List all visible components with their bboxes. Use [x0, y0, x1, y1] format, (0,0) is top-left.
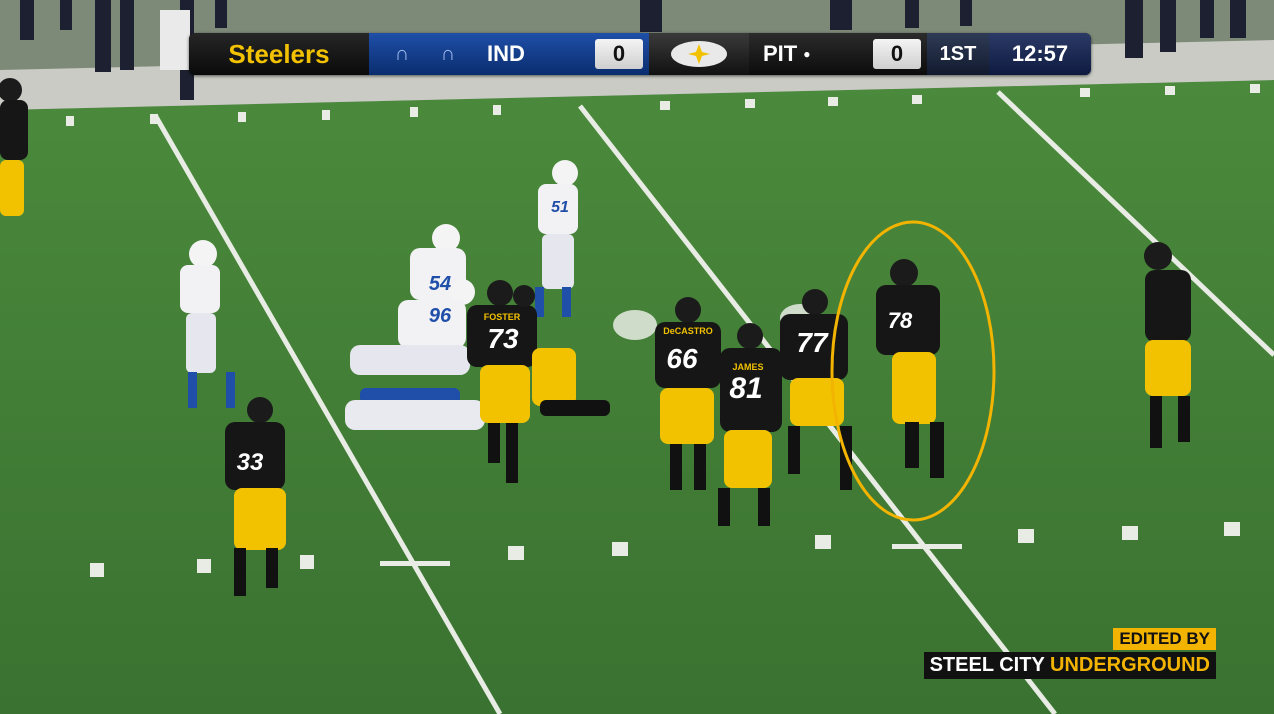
- watermark-underground: UNDERGROUND: [1050, 654, 1210, 676]
- jersey-number-54: 54: [429, 273, 451, 295]
- watermark-line2: STEEL CITY UNDERGROUND: [923, 652, 1216, 679]
- football-field-scene: 73 FOSTER 66 DeCASTRO 81 JAMES 77 78 33 …: [0, 0, 1274, 714]
- jersey-name-james: JAMES: [732, 362, 763, 372]
- home-team-panel: PIT ● 0: [749, 33, 927, 75]
- steelers-logo-icon: [649, 33, 749, 75]
- jersey-number-33: 33: [237, 449, 264, 476]
- jersey-name-decastro: DeCASTRO: [663, 326, 713, 336]
- jersey-number-66: 66: [666, 343, 698, 374]
- jersey-number-96: 96: [429, 305, 452, 327]
- referee: [160, 10, 190, 70]
- away-team-score: 0: [595, 39, 643, 69]
- jersey-number-73: 73: [487, 323, 519, 354]
- score-bug: Steelers ∩ ∩ IND 0 PIT ● 0 1ST 12:57: [189, 33, 1091, 75]
- jersey-number-77: 77: [796, 327, 829, 358]
- game-quarter: 1ST: [927, 33, 989, 75]
- colts-horseshoe-icon: ∩: [440, 42, 456, 65]
- colts-horseshoe-icon: ∩: [394, 42, 410, 65]
- jersey-name-foster: FOSTER: [484, 312, 521, 322]
- away-team-panel: ∩ ∩ IND 0: [369, 33, 649, 75]
- watermark-steel-city: STEEL CITY: [929, 654, 1050, 676]
- possession-dot-icon: ●: [803, 47, 811, 61]
- watermark: EDITED BY STEEL CITY UNDERGROUND: [923, 628, 1216, 679]
- jersey-number-78: 78: [888, 308, 913, 333]
- jersey-number-51: 51: [551, 199, 569, 216]
- network-brand: Steelers: [189, 33, 369, 75]
- watermark-line1: EDITED BY: [1113, 628, 1216, 650]
- jersey-number-81: 81: [729, 372, 762, 405]
- game-clock: 12:57: [989, 33, 1091, 75]
- away-team-abbr: IND: [487, 41, 525, 66]
- home-team-score: 0: [873, 39, 921, 69]
- home-team-abbr: PIT: [763, 41, 798, 66]
